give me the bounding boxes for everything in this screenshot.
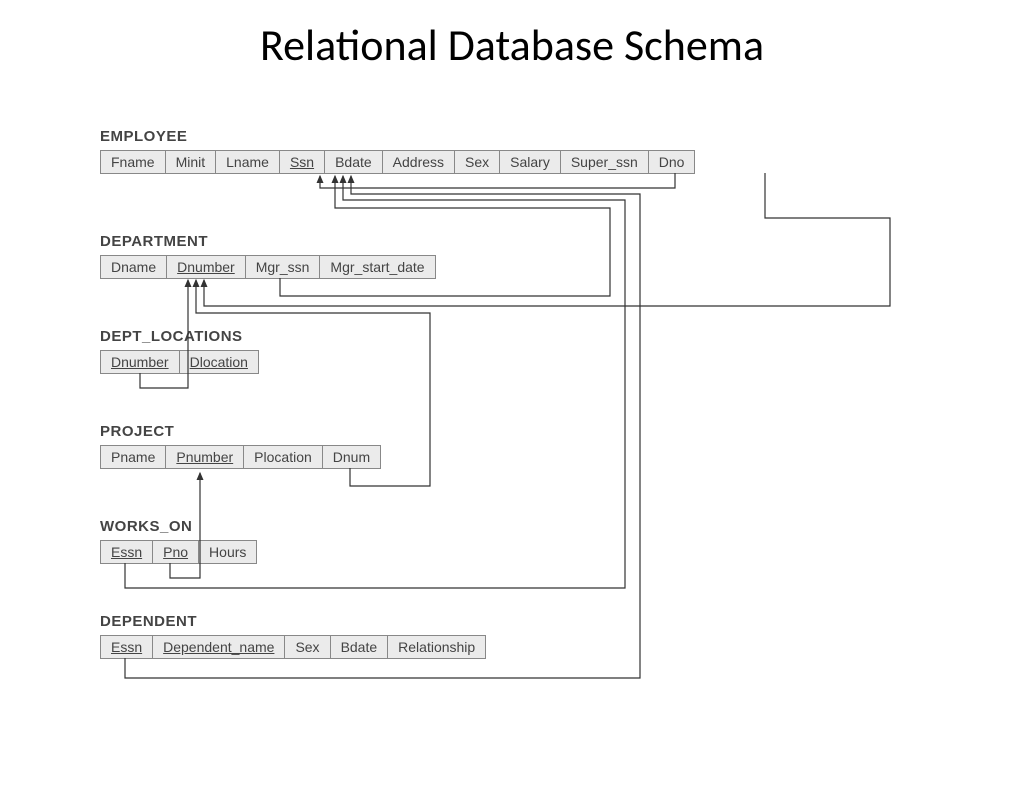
- table-employee: EMPLOYEE Fname Minit Lname Ssn Bdate Add…: [100, 128, 694, 174]
- col-project-dnum: Dnum: [322, 445, 381, 469]
- col-employee-lname: Lname: [215, 150, 280, 174]
- col-employee-minit: Minit: [165, 150, 217, 174]
- col-deptlocations-dnumber: Dnumber: [100, 350, 180, 374]
- col-department-dnumber: Dnumber: [166, 255, 246, 279]
- col-department-mgrssn: Mgr_ssn: [245, 255, 321, 279]
- col-dependent-essn: Essn: [100, 635, 153, 659]
- col-deptlocations-dlocation: Dlocation: [179, 350, 259, 374]
- col-dependent-relationship: Relationship: [387, 635, 486, 659]
- col-dependent-depname: Dependent_name: [152, 635, 285, 659]
- table-deptlocations: DEPT_LOCATIONS Dnumber Dlocation: [100, 328, 258, 374]
- table-dependent: DEPENDENT Essn Dependent_name Sex Bdate …: [100, 613, 485, 659]
- col-project-plocation: Plocation: [243, 445, 323, 469]
- col-department-mgrstartdate: Mgr_start_date: [319, 255, 435, 279]
- table-title-dependent: DEPENDENT: [100, 613, 485, 630]
- col-employee-salary: Salary: [499, 150, 561, 174]
- col-workson-pno: Pno: [152, 540, 199, 564]
- col-dependent-sex: Sex: [284, 635, 330, 659]
- col-employee-sex: Sex: [454, 150, 500, 174]
- col-employee-ssn: Ssn: [279, 150, 325, 174]
- col-project-pnumber: Pnumber: [165, 445, 244, 469]
- col-employee-fname: Fname: [100, 150, 166, 174]
- col-workson-hours: Hours: [198, 540, 257, 564]
- table-title-project: PROJECT: [100, 423, 380, 440]
- col-employee-bdate: Bdate: [324, 150, 383, 174]
- table-workson: WORKS_ON Essn Pno Hours: [100, 518, 256, 564]
- col-dependent-bdate: Bdate: [330, 635, 389, 659]
- col-employee-address: Address: [382, 150, 455, 174]
- col-workson-essn: Essn: [100, 540, 153, 564]
- col-employee-superssn: Super_ssn: [560, 150, 649, 174]
- table-title-employee: EMPLOYEE: [100, 128, 694, 145]
- page-title: Relational Database Schema: [0, 18, 1024, 72]
- table-title-deptlocations: DEPT_LOCATIONS: [100, 328, 258, 345]
- col-employee-dno: Dno: [648, 150, 696, 174]
- table-project: PROJECT Pname Pnumber Plocation Dnum: [100, 423, 380, 469]
- table-title-department: DEPARTMENT: [100, 233, 435, 250]
- table-department: DEPARTMENT Dname Dnumber Mgr_ssn Mgr_sta…: [100, 233, 435, 279]
- table-title-workson: WORKS_ON: [100, 518, 256, 535]
- col-department-dname: Dname: [100, 255, 167, 279]
- col-project-pname: Pname: [100, 445, 166, 469]
